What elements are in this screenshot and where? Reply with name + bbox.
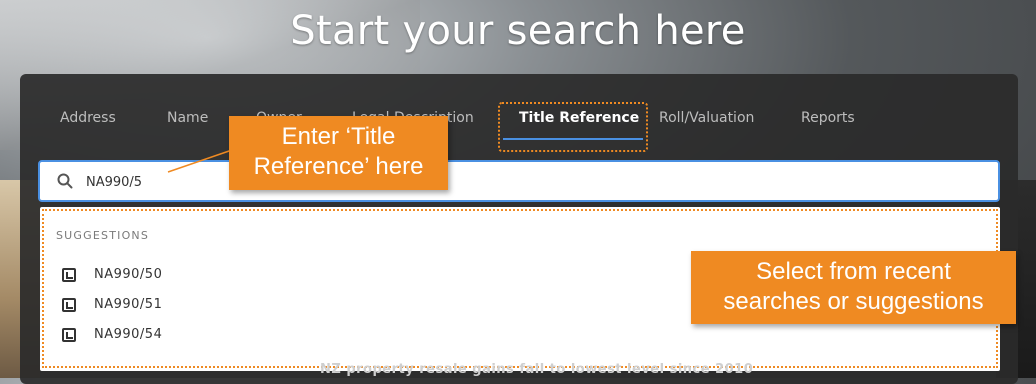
background-news-text: NZ property resale gains fall to lowest … bbox=[320, 362, 754, 377]
callout-line: searches or suggestions bbox=[723, 288, 984, 315]
title-icon bbox=[62, 328, 76, 342]
suggestions-heading: SUGGESTIONS bbox=[56, 229, 150, 242]
select-suggestions-callout: Select from recent searches or suggestio… bbox=[691, 251, 1016, 324]
search-field[interactable] bbox=[38, 160, 1000, 202]
tab-name[interactable]: Name bbox=[167, 110, 208, 126]
suggestion-label: NA990/54 bbox=[94, 327, 163, 342]
page-title: Start your search here bbox=[290, 8, 746, 54]
suggestion-label: NA990/50 bbox=[94, 267, 163, 282]
title-icon bbox=[62, 298, 76, 312]
suggestion-item[interactable]: NA990/51 bbox=[60, 294, 360, 318]
callout-line: Enter ‘Title bbox=[281, 123, 396, 150]
tab-highlight-annotation bbox=[498, 102, 648, 152]
tab-roll-valuation[interactable]: Roll/Valuation bbox=[659, 110, 754, 126]
title-icon bbox=[62, 268, 76, 282]
callout-line: Reference’ here bbox=[253, 153, 424, 180]
callout-line: Select from recent bbox=[756, 258, 951, 285]
enter-title-reference-callout: Enter ‘Title Reference’ here bbox=[229, 116, 448, 190]
tab-address[interactable]: Address bbox=[60, 110, 116, 126]
suggestion-item[interactable]: NA990/50 bbox=[60, 264, 360, 288]
search-icon bbox=[57, 173, 73, 189]
tab-reports[interactable]: Reports bbox=[801, 110, 855, 126]
suggestion-item[interactable]: NA990/54 bbox=[60, 324, 360, 348]
suggestion-label: NA990/51 bbox=[94, 297, 163, 312]
